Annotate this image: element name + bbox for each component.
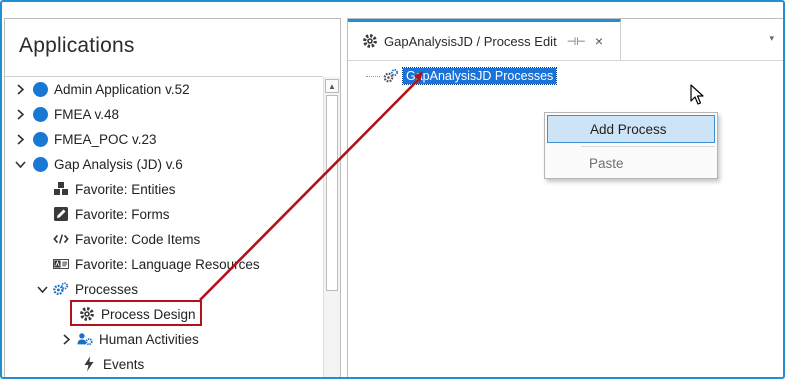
tree-item-fmea[interactable]: FMEA v.48 xyxy=(5,102,323,126)
language-icon xyxy=(53,256,69,272)
gear-icon xyxy=(362,33,378,49)
forms-icon xyxy=(53,206,69,222)
tree-item-label: Gap Analysis (JD) v.6 xyxy=(54,156,183,172)
gears-icon xyxy=(53,281,69,297)
blue-circle-icon xyxy=(33,106,48,122)
tree-item-label: Favorite: Code Items xyxy=(75,231,201,247)
scroll-thumb[interactable] xyxy=(326,95,338,291)
tree-item-processes[interactable]: Processes xyxy=(5,277,323,301)
lightning-icon xyxy=(81,356,97,372)
chevron-right-icon[interactable] xyxy=(59,332,73,346)
tree-node-processes[interactable]: GapAnalysisJD Processes xyxy=(366,67,558,85)
tree-item-events[interactable]: Events xyxy=(5,352,323,376)
tree-item-label: Human Activities xyxy=(99,331,199,347)
blue-circle-icon xyxy=(33,156,48,172)
code-icon xyxy=(53,231,69,247)
chevron-down-icon[interactable] xyxy=(35,282,49,296)
tree-item-favorite-entities[interactable]: Favorite: Entities xyxy=(5,177,323,201)
close-icon[interactable]: × xyxy=(595,33,603,49)
tree-item-label: Admin Application v.52 xyxy=(54,81,190,97)
context-menu: Add Process Paste xyxy=(544,112,718,179)
tree-connector xyxy=(366,75,380,77)
process-design-highlight xyxy=(70,300,202,326)
tree-scrollbar[interactable]: ▲ xyxy=(323,77,340,377)
tree-item-gap-analysis[interactable]: Gap Analysis (JD) v.6 xyxy=(5,152,323,176)
process-edit-panel: GapAnalysisJD / Process Edit ⊣⊢ × ▾ GapA… xyxy=(347,18,783,377)
tree-item-label: Favorite: Language Resources xyxy=(75,256,260,272)
chevron-down-icon[interactable] xyxy=(13,157,27,171)
tree-item-label: Favorite: Forms xyxy=(75,206,170,222)
tree-item-label: Events xyxy=(103,356,145,372)
tree-item-label: FMEA v.48 xyxy=(54,106,120,122)
tree-item-label: Processes xyxy=(75,281,139,297)
app-frame: Applications Admin Application v.52 FMEA… xyxy=(0,0,785,379)
menu-item-paste[interactable]: Paste xyxy=(547,149,715,177)
gears-icon xyxy=(383,68,399,84)
tree-item-favorite-language-resources[interactable]: Favorite: Language Resources xyxy=(5,252,323,276)
process-tree-area: GapAnalysisJD Processes Add Process Past… xyxy=(348,61,783,377)
panel-title: Applications xyxy=(19,34,135,57)
tree-item-favorite-forms[interactable]: Favorite: Forms xyxy=(5,202,323,226)
tab-label: GapAnalysisJD / Process Edit xyxy=(384,33,557,49)
tab-dropdown-icon[interactable]: ▾ xyxy=(769,33,774,44)
applications-tree: Admin Application v.52 FMEA v.48 FMEA_PO… xyxy=(5,77,323,377)
tree-item-fmea-poc[interactable]: FMEA_POC v.23 xyxy=(5,127,323,151)
tree-item-favorite-code-items[interactable]: Favorite: Code Items xyxy=(5,227,323,251)
chevron-right-icon[interactable] xyxy=(13,132,27,146)
scroll-up-button[interactable]: ▲ xyxy=(325,79,339,93)
entities-icon xyxy=(53,181,69,197)
tree-item-label: FMEA_POC v.23 xyxy=(54,131,157,147)
mouse-pointer-icon xyxy=(690,84,706,111)
blue-circle-icon xyxy=(33,81,48,97)
pin-icon[interactable]: ⊣⊢ xyxy=(567,35,586,48)
tree-item-label: Favorite: Entities xyxy=(75,181,176,197)
tree-item-human-activities[interactable]: Human Activities xyxy=(5,327,323,351)
tab-process-edit[interactable]: GapAnalysisJD / Process Edit ⊣⊢ × xyxy=(348,19,621,60)
menu-item-add-process[interactable]: Add Process xyxy=(547,115,715,143)
chevron-right-icon[interactable] xyxy=(13,107,27,121)
tree-item-admin-application[interactable]: Admin Application v.52 xyxy=(5,77,323,101)
users-gear-icon xyxy=(77,331,93,347)
blue-circle-icon xyxy=(33,131,48,147)
chevron-right-icon[interactable] xyxy=(13,82,27,96)
tree-node-label: GapAnalysisJD Processes xyxy=(401,67,558,85)
menu-separator xyxy=(581,146,715,147)
